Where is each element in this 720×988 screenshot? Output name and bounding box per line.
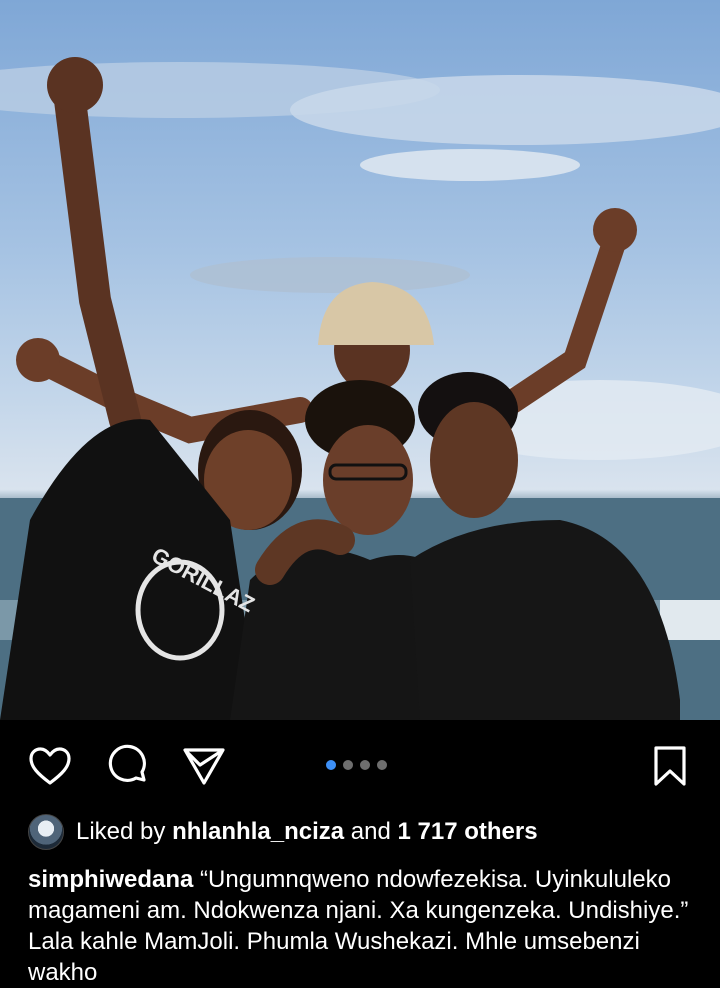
photo-illustration: GORILLAZ: [0, 57, 720, 720]
post-photo[interactable]: GORILLAZ: [0, 0, 720, 720]
carousel-dot: [377, 760, 387, 770]
send-icon: [183, 748, 225, 785]
caption-username[interactable]: simphiwedana: [28, 866, 193, 893]
likes-prefix: Liked by: [76, 818, 166, 845]
comment-icon: [108, 744, 146, 782]
like-button[interactable]: [26, 742, 74, 790]
heart-icon: [29, 747, 71, 785]
liker-avatar[interactable]: [28, 814, 64, 850]
save-button[interactable]: [646, 742, 694, 790]
likes-summary[interactable]: Liked by nhlanhla_nciza and 1 717 others: [28, 812, 538, 852]
likes-connector: and: [350, 818, 391, 845]
post-caption: simphiwedana “Ungumnqweno ndowfezekisa. …: [28, 864, 698, 988]
carousel-dot: [360, 760, 370, 770]
carousel-dot-active: [326, 760, 336, 770]
comment-button[interactable]: [104, 742, 152, 790]
likes-count[interactable]: 1 717 others: [398, 818, 538, 846]
bookmark-icon: [654, 746, 686, 786]
carousel-indicator: [326, 760, 387, 770]
liker-username[interactable]: nhlanhla_nciza: [172, 818, 344, 846]
carousel-dot: [343, 760, 353, 770]
share-button[interactable]: [180, 742, 228, 790]
